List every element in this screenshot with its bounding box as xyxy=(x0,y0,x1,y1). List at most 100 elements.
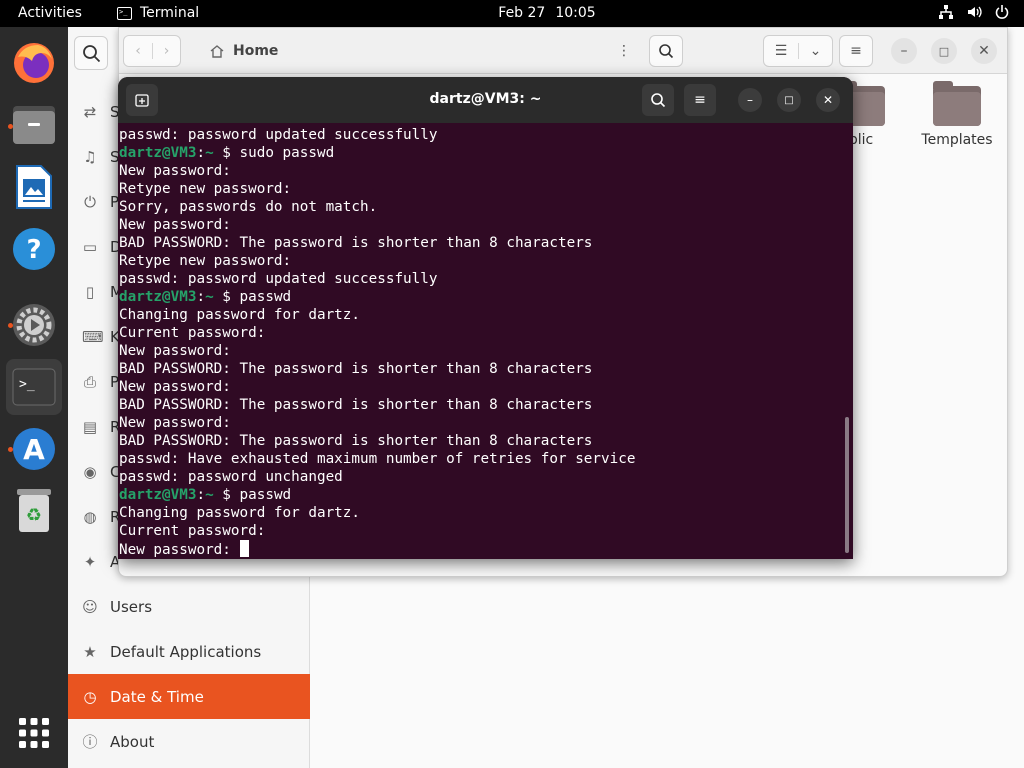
close-icon: ✕ xyxy=(822,93,834,107)
prompt-path: ~ xyxy=(205,487,214,503)
power-icon[interactable] xyxy=(994,4,1010,20)
maximize-icon: □ xyxy=(938,44,950,58)
output-text: New password: xyxy=(119,415,231,431)
running-indicator xyxy=(8,447,13,452)
terminal-line: Changing password for dartz. xyxy=(119,504,844,522)
dock-software[interactable]: A xyxy=(6,421,62,477)
terminal-line: Retype new password: xyxy=(119,180,844,198)
running-indicator xyxy=(8,323,13,328)
terminal-output[interactable]: passwd: password updated successfully dar… xyxy=(119,126,844,558)
star-icon: ★ xyxy=(83,642,97,661)
sidebar-item-users[interactable]: ☺ Users xyxy=(68,584,310,629)
app-grid-icon xyxy=(19,718,49,748)
output-text: passwd: password updated successfully xyxy=(119,127,438,143)
search-icon xyxy=(651,93,666,108)
sidebar-item-label: Default Applications xyxy=(110,642,262,661)
location-bar[interactable]: Home xyxy=(209,35,609,67)
network-icon[interactable] xyxy=(938,4,954,20)
dock-terminal[interactable]: >_ xyxy=(6,359,62,415)
terminal-line: New password: xyxy=(119,540,844,558)
chevron-down-icon[interactable]: ⌄ xyxy=(797,43,832,59)
output-text: Current password: xyxy=(119,325,266,341)
back-icon[interactable]: ‹ xyxy=(124,43,152,59)
terminal-line: Current password: xyxy=(119,324,844,342)
globe-icon: ◍ xyxy=(83,507,97,526)
sidebar-item-date-time[interactable]: ◷ Date & Time xyxy=(68,674,310,719)
terminal-line: Current password: xyxy=(119,522,844,540)
terminal-scrollbar[interactable] xyxy=(845,417,849,553)
output-text: passwd: password unchanged xyxy=(119,469,343,485)
clock[interactable]: Feb 27 10:05 xyxy=(0,5,1024,21)
terminal-minimize-button[interactable]: – xyxy=(738,88,762,112)
folder-templates[interactable]: Templates xyxy=(919,81,995,148)
media-icon: ▤ xyxy=(82,417,98,436)
main-menu-button[interactable]: ≡ xyxy=(839,35,873,67)
sidebar-item-label: Users xyxy=(110,597,153,616)
software-icon: A xyxy=(13,428,55,470)
output-text: passwd: password updated successfully xyxy=(119,271,438,287)
output-text: BAD PASSWORD: The password is shorter th… xyxy=(119,433,593,449)
folder-icon xyxy=(933,81,981,126)
system-tray[interactable] xyxy=(938,4,1010,20)
music-icon: ♫ xyxy=(83,147,97,166)
minimize-button[interactable]: – xyxy=(891,38,917,64)
maximize-button[interactable]: □ xyxy=(931,38,957,64)
terminal-search-button[interactable] xyxy=(642,84,674,116)
output-text: Changing password for dartz. xyxy=(119,505,361,521)
terminal-line: BAD PASSWORD: The password is shorter th… xyxy=(119,432,844,450)
dock-files[interactable] xyxy=(6,97,62,153)
terminal-line: BAD PASSWORD: The password is shorter th… xyxy=(119,360,844,378)
settings-search-button[interactable] xyxy=(74,36,108,70)
forward-icon[interactable]: › xyxy=(151,43,180,59)
command-text: $ passwd xyxy=(222,487,292,503)
color-icon: ◉ xyxy=(83,462,97,481)
mouse-icon: ▯ xyxy=(85,282,95,301)
output-text: New password: xyxy=(119,217,231,233)
clock-icon: ◷ xyxy=(83,687,97,706)
close-icon: ✕ xyxy=(978,43,990,59)
output-text: BAD PASSWORD: The password is shorter th… xyxy=(119,235,593,251)
terminal-line: passwd: Have exhausted maximum number of… xyxy=(119,450,844,468)
terminal-window[interactable]: dartz@VM3: ~ ≡ – □ ✕ passwd: password up… xyxy=(118,77,853,559)
terminal-icon: >_ xyxy=(12,368,56,406)
terminal-menu-button[interactable]: ≡ xyxy=(684,84,716,116)
terminal-close-button[interactable]: ✕ xyxy=(816,88,840,112)
terminal-maximize-button[interactable]: □ xyxy=(777,88,801,112)
printer-icon: ⎙ xyxy=(83,372,96,391)
more-icon: ⋮ xyxy=(617,43,631,59)
dock-settings[interactable] xyxy=(6,297,62,353)
dock-writer[interactable] xyxy=(6,159,62,215)
clock-date: Feb 27 xyxy=(498,5,546,21)
terminal-line: BAD PASSWORD: The password is shorter th… xyxy=(119,234,844,252)
prompt-separator: : xyxy=(196,487,206,503)
output-text: Current password: xyxy=(119,523,266,539)
dock-firefox[interactable] xyxy=(6,35,62,91)
list-view-icon[interactable]: ☰ xyxy=(764,43,798,59)
location-label: Home xyxy=(233,43,279,59)
sidebar-item-default-applications[interactable]: ★ Default Applications xyxy=(68,629,310,674)
dock-help[interactable]: ? xyxy=(6,221,62,277)
volume-icon[interactable] xyxy=(966,4,982,20)
output-text: New password: xyxy=(119,163,231,179)
help-icon: ? xyxy=(13,228,55,270)
terminal-headerbar: dartz@VM3: ~ ≡ – □ ✕ xyxy=(118,77,853,123)
accessibility-icon: ✦ xyxy=(83,552,97,571)
output-text: Sorry, passwords do not match. xyxy=(119,199,378,215)
power-icon: ⏻ xyxy=(84,192,96,211)
dock-trash[interactable]: ♻ xyxy=(6,483,62,539)
sidebar-item-about[interactable]: ⓘ About xyxy=(68,719,310,764)
terminal-line: BAD PASSWORD: The password is shorter th… xyxy=(119,396,844,414)
output-text: passwd: Have exhausted maximum number of… xyxy=(119,451,636,467)
path-menu-button[interactable]: ⋮ xyxy=(607,35,641,67)
terminal-line: dartz@VM3:~ $ passwd xyxy=(119,288,844,306)
prompt-path: ~ xyxy=(205,289,214,305)
keyboard-icon: ⌨ xyxy=(82,327,104,346)
dock-show-apps[interactable] xyxy=(6,705,62,761)
sidebar-item-label: Date & Time xyxy=(110,687,204,706)
files-search-button[interactable] xyxy=(649,35,683,67)
svg-text:?: ? xyxy=(26,235,41,265)
prompt-user: dartz@VM3 xyxy=(119,145,197,161)
output-text: Retype new password: xyxy=(119,253,292,269)
close-button[interactable]: ✕ xyxy=(971,38,997,64)
view-toggle[interactable]: ☰ ⌄ xyxy=(763,35,833,67)
